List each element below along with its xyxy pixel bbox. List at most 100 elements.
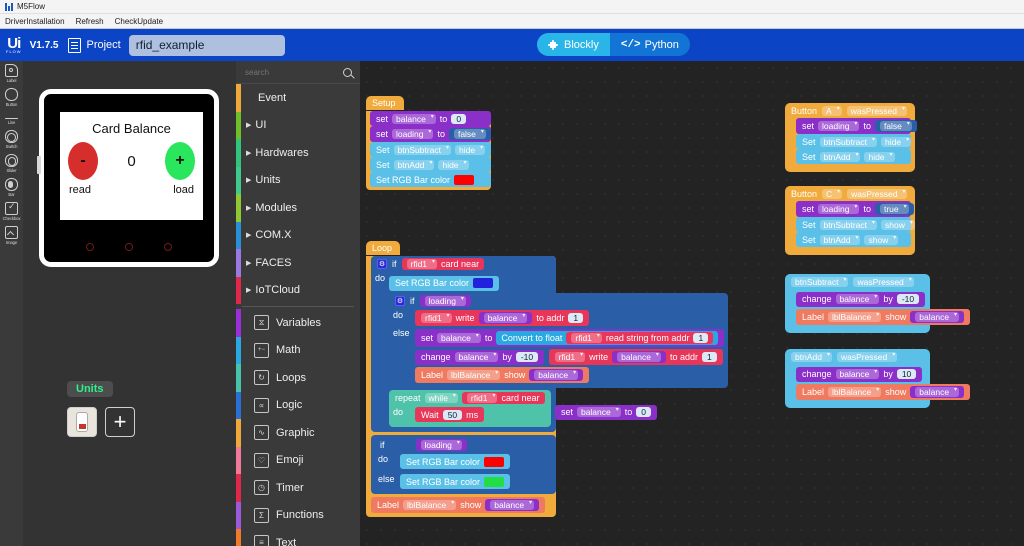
- var-rfid1[interactable]: rfid1: [421, 312, 452, 323]
- var-lblbalance[interactable]: lblBalance: [828, 311, 882, 322]
- value-hide[interactable]: hide: [438, 159, 469, 170]
- value-visibility[interactable]: show: [881, 219, 915, 230]
- var-loading-condition[interactable]: loading: [415, 439, 467, 451]
- color-swatch-green[interactable]: [484, 476, 505, 487]
- toolbox-block-functions[interactable]: Σ Functions: [236, 501, 360, 529]
- var-loading-condition[interactable]: loading: [419, 295, 471, 307]
- blockly-workspace[interactable]: Setup set balance to 0 set loading to fa…: [360, 61, 1024, 546]
- toolbox-category-units[interactable]: ▶ Units: [236, 166, 360, 194]
- search-icon[interactable]: [343, 67, 352, 77]
- var-balance[interactable]: balance: [576, 406, 621, 417]
- convert-to-float-block[interactable]: Convert to float rfid1 read string from …: [496, 331, 719, 345]
- rail-item-slider[interactable]: Slider: [0, 154, 23, 173]
- value-delta[interactable]: -10: [896, 294, 920, 304]
- value-addr[interactable]: 1: [693, 333, 709, 343]
- rail-item-line[interactable]: Line: [0, 112, 23, 125]
- change-balance-row[interactable]: change balance by -10: [415, 349, 545, 365]
- var-btnadd[interactable]: btnAdd: [819, 234, 861, 245]
- menu-refresh[interactable]: Refresh: [76, 17, 104, 26]
- var-balance-arg[interactable]: balance: [478, 312, 533, 324]
- toolbox-block-text[interactable]: ≡ Text: [236, 529, 360, 546]
- handler-target-value[interactable]: C: [822, 188, 843, 199]
- value-zero[interactable]: 0: [636, 407, 651, 417]
- var-balance-arg[interactable]: balance: [485, 499, 540, 511]
- bool-false[interactable]: false: [448, 128, 491, 140]
- set-balance-convert-row[interactable]: set balance to Convert to float rfid1: [415, 329, 725, 347]
- project-name-input[interactable]: [128, 34, 285, 56]
- var-lblbalance[interactable]: lblBalance: [447, 369, 501, 380]
- handler-target-value[interactable]: btnSubtract: [791, 276, 849, 287]
- bool-value[interactable]: false: [874, 120, 917, 132]
- if-card-near-block[interactable]: ⚙ if rfid1 card near do Set RGB Bar colo…: [371, 256, 729, 432]
- var-balance[interactable]: balance: [437, 332, 481, 343]
- menu-driverinstallation[interactable]: DriverInstallation: [5, 17, 65, 26]
- handler-event[interactable]: wasPressed: [853, 276, 914, 287]
- handler-event[interactable]: wasPressed: [847, 188, 908, 199]
- var-balance-arg[interactable]: balance: [910, 386, 965, 398]
- if-loading-block[interactable]: ⚙ if loading do rfid1: [389, 293, 729, 388]
- setup-row-set-loading[interactable]: set loading to false: [370, 126, 491, 142]
- value-visibility[interactable]: hide: [864, 151, 895, 162]
- rfid-card-near-condition[interactable]: rfid1 card near: [461, 392, 545, 404]
- toolbox-category-ui[interactable]: ▶ UI: [236, 111, 360, 139]
- toolbox-category-comx[interactable]: ▶ COM.X: [236, 221, 360, 249]
- var-lblbalance[interactable]: lblBalance: [828, 386, 882, 397]
- color-swatch-blue[interactable]: [473, 278, 494, 288]
- search-input[interactable]: [245, 67, 325, 77]
- value-addr[interactable]: 1: [701, 352, 717, 362]
- set-btnsubtract-row[interactable]: Set btnSubtract show: [796, 217, 915, 232]
- setup-block[interactable]: Setup set balance to 0 set loading to fa…: [366, 93, 491, 190]
- toolbox-block-emoji[interactable]: ♡ Emoji: [236, 446, 360, 474]
- var-balance-arg[interactable]: balance: [529, 369, 584, 381]
- var-loading[interactable]: loading: [818, 120, 860, 131]
- toolbox-block-logic[interactable]: ∝ Logic: [236, 391, 360, 419]
- rail-item-bar[interactable]: Bar: [0, 178, 23, 197]
- var-lblbalance[interactable]: lblBalance: [403, 499, 457, 510]
- btn-subtract[interactable]: -: [68, 142, 98, 180]
- toolbox-category-faces[interactable]: ▶ FACES: [236, 249, 360, 277]
- setup-row-btnadd-hide[interactable]: Set btnAdd hide: [370, 157, 491, 172]
- value-visibility[interactable]: hide: [881, 136, 912, 147]
- set-loading-row[interactable]: set loading to true: [796, 201, 914, 217]
- value-wait-ms[interactable]: 50: [442, 409, 463, 420]
- toolbox-category-hardwares[interactable]: ▶ Hardwares: [236, 139, 360, 167]
- btn-add[interactable]: +: [165, 142, 195, 180]
- repeat-while-block[interactable]: repeat while rfid1 card near do: [389, 390, 551, 427]
- device-side-button[interactable]: [37, 156, 41, 174]
- set-loading-row[interactable]: set loading to false: [796, 118, 917, 134]
- set-btnsubtract-row[interactable]: Set btnSubtract hide: [796, 134, 912, 149]
- rfid-card-near-condition[interactable]: rfid1 card near: [401, 258, 485, 270]
- setup-row-set-balance[interactable]: set balance to 0: [370, 111, 491, 126]
- var-balance[interactable]: balance: [835, 293, 880, 304]
- rfid-read-string-block[interactable]: rfid1 read string from addr 1: [566, 332, 714, 344]
- var-btnadd[interactable]: btnAdd: [819, 151, 861, 162]
- value-visibility[interactable]: show: [864, 234, 899, 245]
- var-rfid1[interactable]: rfid1: [554, 351, 586, 362]
- var-balance-arg[interactable]: balance: [910, 311, 965, 323]
- change-balance-row[interactable]: change balance by 10: [796, 366, 923, 382]
- rail-item-switch[interactable]: Switch: [0, 130, 23, 149]
- var-balance[interactable]: balance: [392, 113, 436, 124]
- wait-row[interactable]: Wait 50 ms: [415, 407, 485, 422]
- value-hide[interactable]: hide: [455, 144, 486, 155]
- toolbox-category-event[interactable]: Event: [236, 84, 360, 112]
- set-balance-zero-row[interactable]: set balance to 0: [554, 404, 657, 420]
- var-balance-arg[interactable]: balance: [612, 351, 666, 363]
- if-loading-block-2[interactable]: if loading do Set RGB Bar color else: [371, 435, 556, 494]
- toolbox-category-modules[interactable]: ▶ Modules: [236, 194, 360, 222]
- value-addr[interactable]: 1: [568, 313, 584, 323]
- handler-target-value[interactable]: btnAdd: [791, 351, 832, 362]
- setup-row-btnsubtract-hide[interactable]: Set btnSubtract hide: [370, 142, 491, 157]
- bool-value[interactable]: true: [874, 203, 914, 215]
- tab-python[interactable]: </> Python: [610, 33, 690, 56]
- set-rgb-green-row[interactable]: Set RGB Bar color: [400, 474, 511, 489]
- setup-row-rgb-color[interactable]: Set RGB Bar color: [370, 172, 491, 187]
- label-show-balance-row[interactable]: Label lblBalance show balance: [415, 367, 590, 383]
- set-btnadd-row[interactable]: Set btnAdd show: [796, 232, 911, 247]
- handler-event[interactable]: wasPressed: [836, 351, 898, 362]
- handler-target-value[interactable]: A: [822, 105, 842, 116]
- handler-event[interactable]: wasPressed: [846, 105, 908, 116]
- var-btnadd[interactable]: btnAdd: [393, 159, 435, 170]
- set-btnadd-row[interactable]: Set btnAdd hide: [796, 149, 911, 164]
- rfid-unit-icon[interactable]: [67, 407, 97, 437]
